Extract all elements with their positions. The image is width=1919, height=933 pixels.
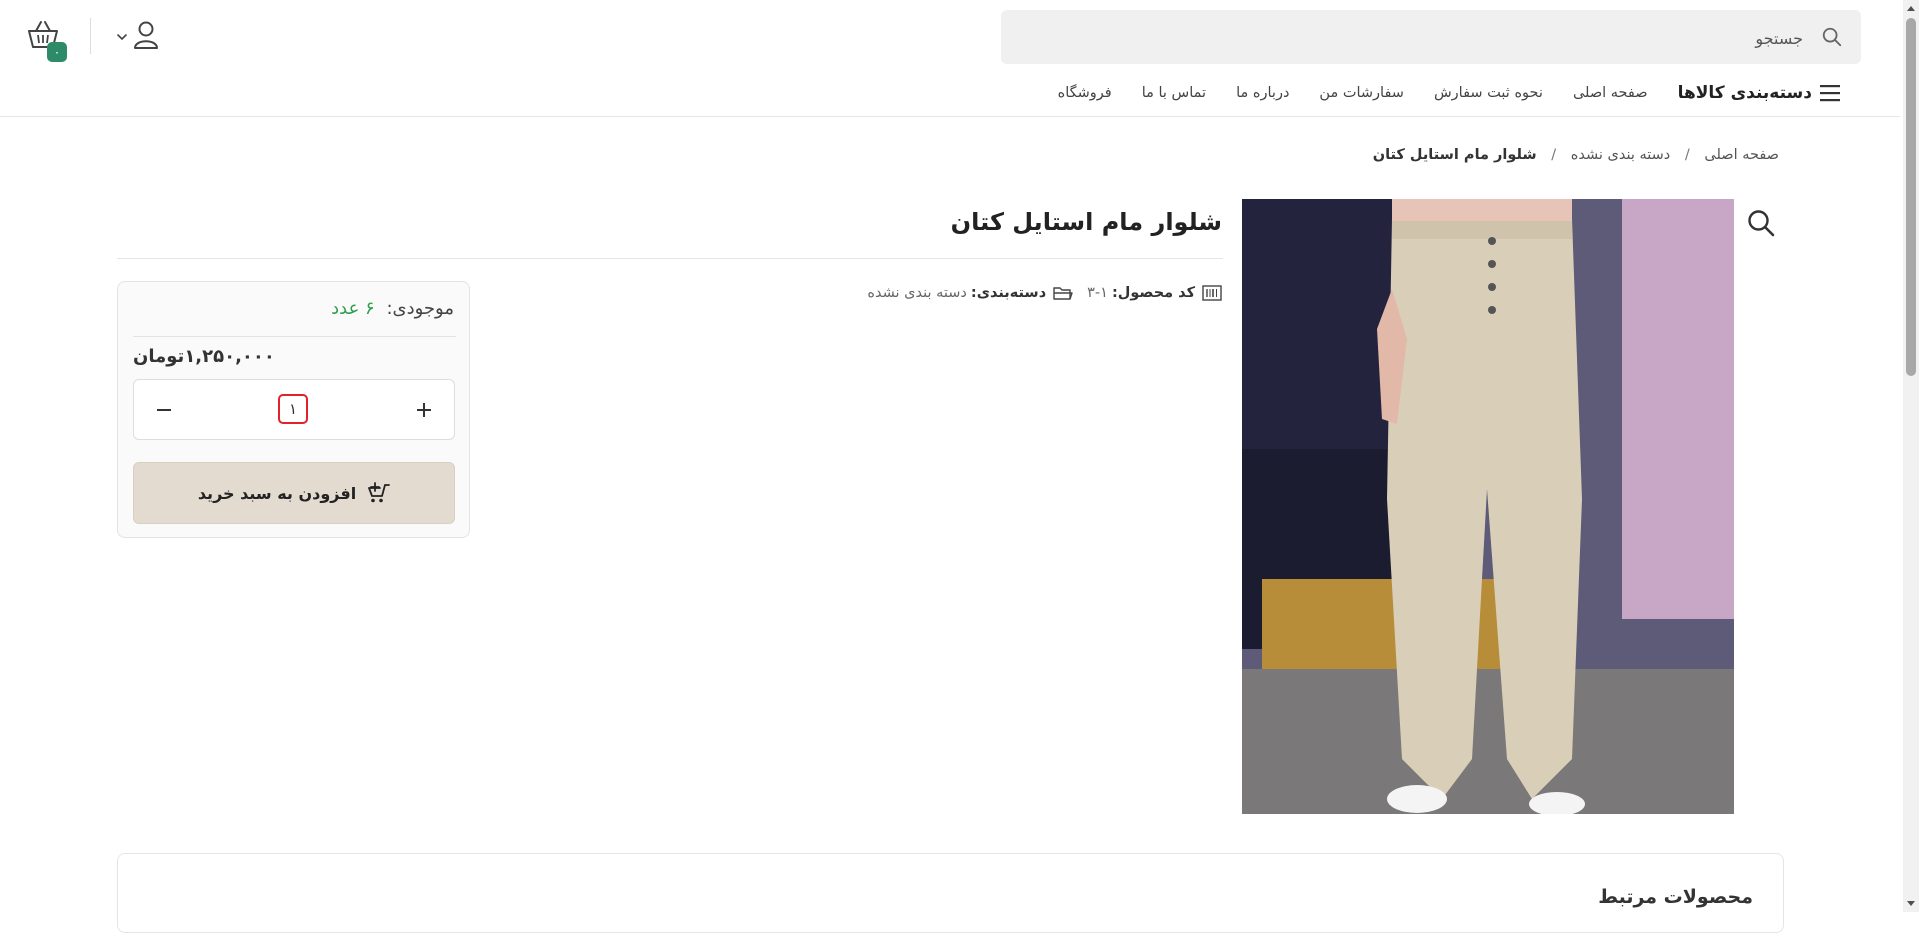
nav-link-about[interactable]: درباره ما [1236, 85, 1289, 101]
arrow-up-icon [1907, 6, 1915, 11]
plus-icon [417, 402, 431, 417]
categories-label: دسته‌بندی کالاها [1677, 83, 1812, 103]
page-scrollbar[interactable] [1903, 0, 1919, 912]
categories-menu-button[interactable]: دسته‌بندی کالاها [1678, 83, 1840, 103]
nav-link-my-orders[interactable]: سفارشات من [1319, 85, 1404, 101]
header-border [0, 116, 1900, 117]
breadcrumb-separator: / [1551, 147, 1557, 163]
stock-info: موجودی: ۶ عدد [331, 298, 454, 319]
buy-box-divider [133, 336, 456, 337]
cart-count-badge: ۰ [47, 42, 67, 62]
add-to-cart-button[interactable]: افزودن به سبد خرید [133, 462, 455, 524]
product-photo [1242, 199, 1734, 814]
user-icon [134, 21, 158, 49]
add-cart-icon [368, 482, 391, 503]
breadcrumb: صفحه اصلی / دسته بندی نشده / شلوار مام ا… [1373, 147, 1779, 163]
product-title: شلوار مام استایل کتان [950, 208, 1222, 236]
nav-link-contact[interactable]: تماس با ما [1142, 85, 1206, 101]
user-menu-button[interactable] [112, 20, 164, 54]
zoom-icon[interactable] [1746, 208, 1776, 238]
related-products-section: محصولات مرتبط [117, 853, 1784, 933]
folder-icon [1053, 287, 1073, 300]
quantity-increase-button[interactable] [394, 380, 454, 439]
buy-box: موجودی: ۶ عدد ۱,۲۵۰,۰۰۰تومان ۱ افزودن به… [117, 281, 470, 538]
quantity-stepper: ۱ [133, 379, 455, 440]
cart-button[interactable]: ۰ [26, 20, 74, 66]
product-price: ۱,۲۵۰,۰۰۰تومان [133, 346, 275, 367]
search-bar[interactable] [1001, 10, 1861, 66]
related-products-title: محصولات مرتبط [1598, 886, 1753, 908]
barcode-icon [1202, 285, 1222, 301]
product-category-value[interactable]: دسته بندی نشده [867, 285, 967, 301]
product-meta: کد محصول: ۳-۱ دسته‌بندی: دسته بندی نشده [867, 285, 1222, 301]
nav-link-home[interactable]: صفحه اصلی [1573, 85, 1648, 101]
arrow-down-icon [1907, 901, 1915, 906]
product-code-value: ۳-۱ [1087, 285, 1108, 301]
scroll-up-arrow[interactable] [1903, 0, 1919, 16]
product-code-label: کد محصول: [1111, 285, 1195, 301]
breadcrumb-home[interactable]: صفحه اصلی [1704, 147, 1779, 163]
chevron-down-icon [117, 34, 127, 41]
quantity-value[interactable]: ۱ [278, 394, 308, 424]
title-divider [117, 258, 1223, 259]
header-divider [90, 18, 91, 54]
main-nav: دسته‌بندی کالاها صفحه اصلی نحوه ثبت سفار… [1058, 80, 1840, 106]
scroll-thumb[interactable] [1906, 18, 1916, 376]
nav-link-how-to-order[interactable]: نحوه ثبت سفارش [1434, 85, 1543, 101]
minus-icon [157, 408, 171, 411]
stock-value: ۶ عدد [331, 298, 375, 319]
product-category-label: دسته‌بندی: [970, 285, 1047, 301]
menu-icon [1820, 85, 1840, 102]
search-icon [1822, 27, 1842, 47]
nav-link-shop[interactable]: فروشگاه [1058, 85, 1112, 101]
product-image[interactable] [1242, 199, 1734, 814]
add-to-cart-label: افزودن به سبد خرید [197, 483, 357, 503]
search-input[interactable] [1041, 10, 1805, 66]
breadcrumb-current: شلوار مام استایل کتان [1372, 147, 1537, 163]
stock-label: موجودی: [386, 298, 454, 319]
quantity-decrease-button[interactable] [134, 380, 194, 439]
scroll-down-arrow[interactable] [1903, 896, 1919, 912]
breadcrumb-category[interactable]: دسته بندی نشده [1571, 147, 1671, 163]
breadcrumb-separator: / [1684, 147, 1690, 163]
